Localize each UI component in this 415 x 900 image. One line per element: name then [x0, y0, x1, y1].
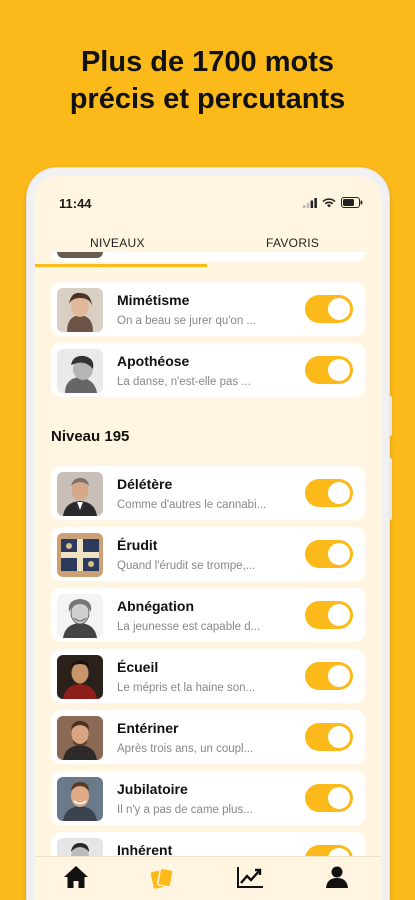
word-quote: La jeunesse est capable d... [117, 621, 261, 633]
status-bar: 11:44 [35, 176, 381, 232]
word-toggle[interactable] [305, 662, 353, 690]
toggle-knob [328, 604, 350, 626]
profile-icon [326, 866, 348, 888]
toggle-knob [328, 665, 350, 687]
toggle-knob [328, 787, 350, 809]
avatar [57, 472, 103, 516]
avatar [57, 533, 103, 577]
word-toggle[interactable] [305, 295, 353, 323]
list-item[interactable]: Mimétisme On a beau se jurer qu'on ... [51, 282, 365, 336]
toggle-knob [328, 298, 350, 320]
bottom-navigation [35, 856, 381, 900]
list-item[interactable]: Entériner Après trois ans, un coupl... [51, 710, 365, 764]
home-icon [64, 866, 88, 888]
word-title: Mimétisme [117, 292, 190, 308]
list-item[interactable]: Délétère Comme d'autres le cannabi... [51, 466, 365, 520]
word-toggle[interactable] [305, 723, 353, 751]
nav-profile[interactable] [325, 865, 353, 893]
cards-icon [150, 867, 174, 889]
avatar [57, 252, 103, 258]
word-quote: La danse, n'est-elle pas ... [117, 376, 251, 388]
nav-home[interactable] [63, 865, 91, 893]
word-toggle[interactable] [305, 784, 353, 812]
word-title: Délétère [117, 476, 173, 492]
word-quote: Le mépris et la haine son... [117, 682, 256, 694]
status-icons [303, 197, 363, 208]
toggle-knob [328, 482, 350, 504]
word-title: Entériner [117, 720, 179, 736]
word-toggle[interactable] [305, 540, 353, 568]
tab-favoris[interactable]: FAVORIS [266, 236, 319, 250]
list-item[interactable]: Apothéose La danse, n'est-elle pas ... [51, 343, 365, 397]
signal-icon [303, 197, 317, 208]
word-quote: Après trois ans, un coupl... [117, 743, 254, 755]
word-toggle[interactable] [305, 479, 353, 507]
list-item[interactable]: Écueil Le mépris et la haine son... [51, 649, 365, 703]
status-time: 11:44 [59, 196, 92, 211]
headline: Plus de 1700 mots précis et percutants [0, 44, 415, 118]
headline-line-1: Plus de 1700 mots [80, 46, 335, 78]
word-title: Érudit [117, 537, 158, 553]
word-toggle[interactable] [305, 356, 353, 384]
word-quote: On a beau se jurer qu'on ... [117, 315, 257, 327]
list-item-partial [51, 252, 365, 262]
avatar [57, 594, 103, 638]
nav-cards[interactable] [149, 865, 177, 893]
tab-niveaux[interactable]: NIVEAUX [90, 236, 145, 250]
avatar [57, 716, 103, 760]
avatar [57, 655, 103, 699]
toggle-knob [328, 359, 350, 381]
phone-side-button [389, 396, 392, 436]
word-title: Écueil [117, 659, 159, 675]
wifi-icon [322, 197, 336, 207]
word-title: Apothéose [117, 353, 190, 369]
word-quote: Comme d'autres le cannabi... [117, 499, 267, 511]
toggle-knob [328, 726, 350, 748]
list-item[interactable]: Érudit Quand l'érudit se trompe,... [51, 527, 365, 581]
phone-side-button [389, 458, 392, 520]
word-quote: Quand l'érudit se trompe,... [117, 560, 256, 572]
headline-line-2: précis et percutants [69, 83, 346, 115]
section-title: Niveau 195 [51, 428, 130, 445]
avatar [57, 349, 103, 393]
tab-bar: NIVEAUX FAVORIS [35, 232, 381, 268]
avatar [57, 777, 103, 821]
stats-icon [237, 867, 263, 888]
list-item[interactable]: Abnégation La jeunesse est capable d... [51, 588, 365, 642]
word-toggle[interactable] [305, 601, 353, 629]
avatar [57, 288, 103, 332]
nav-stats[interactable] [236, 865, 264, 893]
word-quote: Il n'y a pas de came plus... [117, 804, 253, 816]
active-tab-indicator [35, 264, 207, 267]
app-screen: 11:44 NIVEAUX FAVORIS Mimétisme On a bea… [35, 176, 381, 900]
word-title: Abnégation [117, 598, 194, 614]
battery-icon [341, 197, 363, 208]
list-item[interactable]: Jubilatoire Il n'y a pas de came plus... [51, 771, 365, 825]
toggle-knob [328, 543, 350, 565]
word-title: Jubilatoire [117, 781, 188, 797]
